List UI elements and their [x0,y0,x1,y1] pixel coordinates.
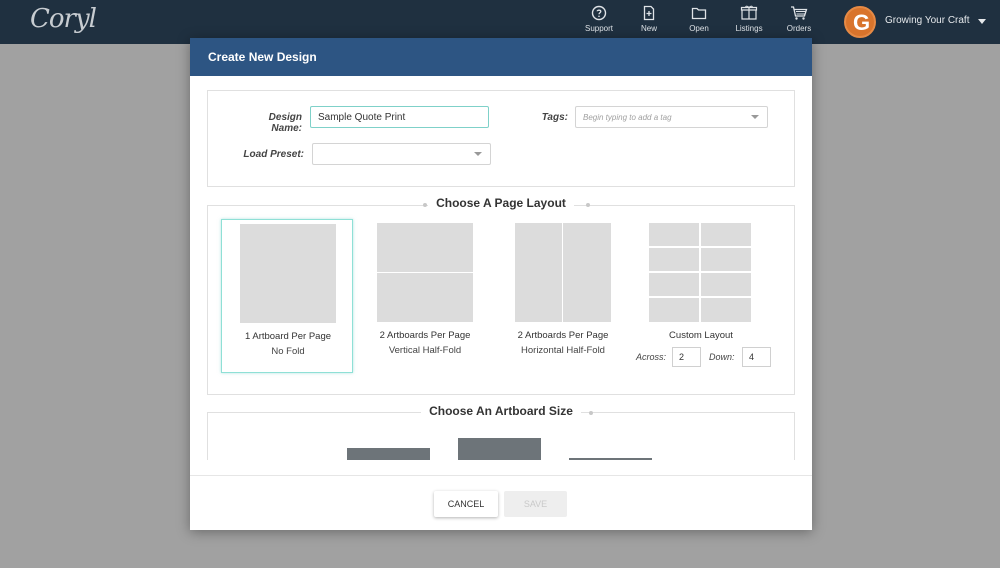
folder-icon [691,7,707,20]
tags-label: Tags: [541,112,568,123]
layout-thumbnail [377,223,473,322]
layout-option-vertical-half-fold[interactable]: 2 Artboards Per Page Vertical Half-Fold [359,219,491,373]
grid-cell [649,273,699,296]
user-name[interactable]: Growing Your Craft [885,15,970,26]
avatar-letter: G [853,10,871,35]
nav-orders-label: Orders [786,24,812,33]
heading-dot [589,411,593,415]
design-details-panel: Design Name: Load Preset: Tags: Begin ty… [207,90,795,187]
across-input[interactable]: 2 [672,347,701,367]
cancel-button[interactable]: CANCEL [434,491,498,517]
layout-thumbnail [515,223,611,322]
question-circle-icon [591,5,607,21]
cart-icon [791,6,808,20]
save-button[interactable]: SAVE [504,491,567,517]
layout-option-custom[interactable]: Custom Layout Across: 2 Down: 4 [635,219,771,373]
tags-input[interactable]: Begin typing to add a tag [575,106,768,128]
artboard-size-heading: Choose An Artboard Size [190,404,812,418]
layout-thumbnail [649,223,752,322]
layout-option-title: 2 Artboards Per Page [517,330,609,341]
grid-cell [649,298,699,322]
layout-option-subtitle: Vertical Half-Fold [388,345,462,356]
modal-title: Create New Design [208,50,317,64]
app-logo[interactable]: Coryl [30,4,97,34]
artboard-size-option[interactable] [569,458,652,460]
artboard-size-panel [207,412,795,460]
heading-dot [586,203,590,207]
grid-cell [701,223,751,246]
grid-cell [649,223,699,246]
layout-option-subtitle: No Fold [271,346,305,357]
layout-option-title: 1 Artboard Per Page [244,331,332,342]
nav-listings-label: Listings [735,24,763,33]
layout-option-title: Custom Layout [669,330,733,341]
nav-support[interactable]: Support [574,5,624,33]
grid-cell [701,248,751,271]
artboard-size-option[interactable] [347,448,430,460]
nav-open[interactable]: Open [674,5,724,33]
grid-cell [649,248,699,271]
load-preset-label: Load Preset: [243,149,304,160]
create-design-modal: Create New Design Design Name: Load Pres… [190,38,812,530]
new-file-icon [643,5,655,21]
layout-thumbnail [240,224,336,323]
page-layout-heading-text: Choose A Page Layout [428,196,574,210]
grid-cell [701,273,751,296]
modal-header: Create New Design [190,38,812,76]
layout-option-horizontal-half-fold[interactable]: 2 Artboards Per Page Horizontal Half-Fol… [497,219,629,373]
layout-option-no-fold[interactable]: 1 Artboard Per Page No Fold [221,219,353,373]
heading-dot [423,203,427,207]
layout-option-subtitle: Horizontal Half-Fold [521,345,605,356]
design-name-label: Design Name: [268,112,302,134]
box-icon [740,5,758,20]
down-label: Down: [709,352,735,362]
layout-option-title: 2 Artboards Per Page [379,330,471,341]
modal-footer: CANCEL SAVE [190,475,812,530]
nav-new[interactable]: New [624,5,674,33]
page-layout-heading: Choose A Page Layout [190,196,812,210]
artboard-size-option[interactable] [458,438,541,460]
chevron-down-icon[interactable] [978,19,986,24]
artboard-size-heading-text: Choose An Artboard Size [421,404,581,418]
chevron-down-icon [751,115,759,119]
page-layout-panel: 1 Artboard Per Page No Fold 2 Artboards … [207,205,795,395]
across-label: Across: [636,352,667,362]
user-avatar[interactable]: G [844,6,876,38]
tags-placeholder: Begin typing to add a tag [583,113,672,122]
nav-new-label: New [640,24,657,33]
nav-support-label: Support [584,24,614,33]
design-name-input[interactable] [310,106,489,128]
nav-listings[interactable]: Listings [724,5,774,33]
nav-open-label: Open [689,24,709,33]
down-input[interactable]: 4 [742,347,771,367]
grid-cell [701,298,751,322]
chevron-down-icon [474,152,482,156]
nav-orders[interactable]: Orders [774,5,824,33]
load-preset-select[interactable] [312,143,491,165]
